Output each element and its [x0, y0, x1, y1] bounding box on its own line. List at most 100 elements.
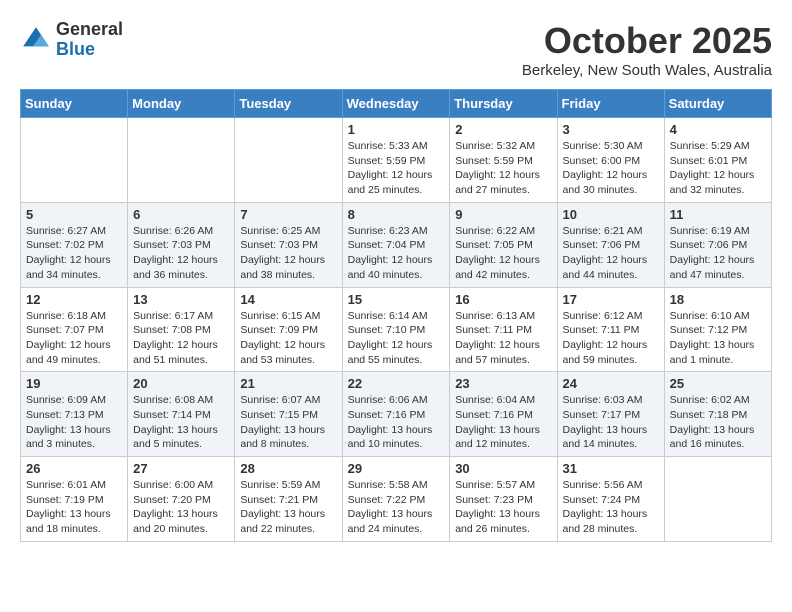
day-cell: 24 Sunrise: 6:03 AM Sunset: 7:17 PM Dayli…	[557, 372, 664, 457]
day-cell	[21, 118, 128, 203]
day-info: Sunrise: 5:57 AM Sunset: 7:23 PM Dayligh…	[455, 478, 551, 537]
day-cell: 23Sunrise: 6:04 AM Sunset: 7:16 PM Dayli…	[450, 372, 557, 457]
day-cell: 18 Sunrise: 6:10 AM Sunset: 7:12 PM Dayli…	[664, 287, 771, 372]
location: Berkeley, New South Wales, Australia	[522, 62, 772, 79]
day-info: Sunrise: 5:58 AM Sunset: 7:22 PM Dayligh…	[348, 478, 445, 537]
day-number: 29	[348, 461, 445, 476]
day-number: 24	[563, 376, 659, 391]
day-info: Sunrise: 6:27 AM Sunset: 7:02 PM Dayligh…	[26, 224, 122, 283]
day-number: 10	[563, 207, 659, 222]
day-number: 31	[563, 461, 659, 476]
day-number: 13	[133, 292, 229, 307]
day-number: 3	[563, 122, 659, 137]
day-number: 8	[348, 207, 445, 222]
title-block: October 2025 Berkeley, New South Wales, …	[522, 20, 772, 79]
weekday-header-row: SundayMondayTuesdayWednesdayThursdayFrid…	[21, 90, 772, 118]
day-cell	[128, 118, 235, 203]
day-cell	[664, 457, 771, 542]
day-info: Sunrise: 5:29 AM Sunset: 6:01 PM Dayligh…	[670, 139, 766, 198]
day-info: Sunrise: 6:17 AM Sunset: 7:08 PM Dayligh…	[133, 309, 229, 368]
day-cell: 31 Sunrise: 5:56 AM Sunset: 7:24 PM Dayli…	[557, 457, 664, 542]
day-cell: 5 Sunrise: 6:27 AM Sunset: 7:02 PM Daylig…	[21, 202, 128, 287]
weekday-thursday: Thursday	[450, 90, 557, 118]
day-number: 20	[133, 376, 229, 391]
logo-blue: Blue	[56, 40, 123, 60]
day-number: 30	[455, 461, 551, 476]
logo-icon	[20, 24, 52, 56]
day-info: Sunrise: 6:06 AM Sunset: 7:16 PM Dayligh…	[348, 393, 445, 452]
day-number: 4	[670, 122, 766, 137]
day-number: 2	[455, 122, 551, 137]
day-cell: 21 Sunrise: 6:07 AM Sunset: 7:15 PM Dayli…	[235, 372, 342, 457]
day-info: Sunrise: 6:21 AM Sunset: 7:06 PM Dayligh…	[563, 224, 659, 283]
day-info: Sunrise: 6:19 AM Sunset: 7:06 PM Dayligh…	[670, 224, 766, 283]
day-number: 15	[348, 292, 445, 307]
day-cell: 14Sunrise: 6:15 AM Sunset: 7:09 PM Dayli…	[235, 287, 342, 372]
day-info: Sunrise: 6:26 AM Sunset: 7:03 PM Dayligh…	[133, 224, 229, 283]
day-number: 21	[240, 376, 336, 391]
day-info: Sunrise: 6:12 AM Sunset: 7:11 PM Dayligh…	[563, 309, 659, 368]
day-number: 9	[455, 207, 551, 222]
day-info: Sunrise: 6:23 AM Sunset: 7:04 PM Dayligh…	[348, 224, 445, 283]
day-info: Sunrise: 5:32 AM Sunset: 5:59 PM Dayligh…	[455, 139, 551, 198]
day-cell: 28Sunrise: 5:59 AM Sunset: 7:21 PM Dayli…	[235, 457, 342, 542]
day-info: Sunrise: 5:33 AM Sunset: 5:59 PM Dayligh…	[348, 139, 445, 198]
day-number: 19	[26, 376, 122, 391]
day-cell: 19 Sunrise: 6:09 AM Sunset: 7:13 PM Dayli…	[21, 372, 128, 457]
day-cell: 16 Sunrise: 6:13 AM Sunset: 7:11 PM Dayli…	[450, 287, 557, 372]
day-cell: 17 Sunrise: 6:12 AM Sunset: 7:11 PM Dayli…	[557, 287, 664, 372]
day-cell: 7Sunrise: 6:25 AM Sunset: 7:03 PM Daylig…	[235, 202, 342, 287]
week-row-4: 19 Sunrise: 6:09 AM Sunset: 7:13 PM Dayli…	[21, 372, 772, 457]
day-cell: 27 Sunrise: 6:00 AM Sunset: 7:20 PM Dayli…	[128, 457, 235, 542]
day-cell: 4 Sunrise: 5:29 AM Sunset: 6:01 PM Daylig…	[664, 118, 771, 203]
day-info: Sunrise: 6:14 AM Sunset: 7:10 PM Dayligh…	[348, 309, 445, 368]
day-info: Sunrise: 6:10 AM Sunset: 7:12 PM Dayligh…	[670, 309, 766, 368]
day-number: 17	[563, 292, 659, 307]
day-number: 5	[26, 207, 122, 222]
day-cell: 15 Sunrise: 6:14 AM Sunset: 7:10 PM Dayli…	[342, 287, 450, 372]
weekday-monday: Monday	[128, 90, 235, 118]
day-info: Sunrise: 6:13 AM Sunset: 7:11 PM Dayligh…	[455, 309, 551, 368]
day-cell: 8 Sunrise: 6:23 AM Sunset: 7:04 PM Daylig…	[342, 202, 450, 287]
day-cell: 26 Sunrise: 6:01 AM Sunset: 7:19 PM Dayli…	[21, 457, 128, 542]
day-cell: 20 Sunrise: 6:08 AM Sunset: 7:14 PM Dayli…	[128, 372, 235, 457]
day-cell: 1 Sunrise: 5:33 AM Sunset: 5:59 PM Daylig…	[342, 118, 450, 203]
day-cell: 9 Sunrise: 6:22 AM Sunset: 7:05 PM Daylig…	[450, 202, 557, 287]
day-info: Sunrise: 5:59 AM Sunset: 7:21 PM Dayligh…	[240, 478, 336, 537]
day-number: 16	[455, 292, 551, 307]
week-row-2: 5 Sunrise: 6:27 AM Sunset: 7:02 PM Daylig…	[21, 202, 772, 287]
day-number: 1	[348, 122, 445, 137]
day-info: Sunrise: 6:00 AM Sunset: 7:20 PM Dayligh…	[133, 478, 229, 537]
week-row-1: 1 Sunrise: 5:33 AM Sunset: 5:59 PM Daylig…	[21, 118, 772, 203]
day-info: Sunrise: 6:25 AM Sunset: 7:03 PM Dayligh…	[240, 224, 336, 283]
day-cell: 30 Sunrise: 5:57 AM Sunset: 7:23 PM Dayli…	[450, 457, 557, 542]
week-row-5: 26 Sunrise: 6:01 AM Sunset: 7:19 PM Dayli…	[21, 457, 772, 542]
day-number: 22	[348, 376, 445, 391]
day-cell: 13 Sunrise: 6:17 AM Sunset: 7:08 PM Dayli…	[128, 287, 235, 372]
day-info: Sunrise: 5:56 AM Sunset: 7:24 PM Dayligh…	[563, 478, 659, 537]
day-number: 26	[26, 461, 122, 476]
day-info: Sunrise: 6:08 AM Sunset: 7:14 PM Dayligh…	[133, 393, 229, 452]
day-number: 27	[133, 461, 229, 476]
day-cell: 6 Sunrise: 6:26 AM Sunset: 7:03 PM Daylig…	[128, 202, 235, 287]
day-number: 18	[670, 292, 766, 307]
day-cell: 12Sunrise: 6:18 AM Sunset: 7:07 PM Dayli…	[21, 287, 128, 372]
day-info: Sunrise: 6:03 AM Sunset: 7:17 PM Dayligh…	[563, 393, 659, 452]
week-row-3: 12Sunrise: 6:18 AM Sunset: 7:07 PM Dayli…	[21, 287, 772, 372]
logo-general: General	[56, 20, 123, 40]
month-title: October 2025	[522, 20, 772, 62]
day-number: 14	[240, 292, 336, 307]
weekday-saturday: Saturday	[664, 90, 771, 118]
weekday-friday: Friday	[557, 90, 664, 118]
day-cell: 22 Sunrise: 6:06 AM Sunset: 7:16 PM Dayli…	[342, 372, 450, 457]
day-number: 11	[670, 207, 766, 222]
day-info: Sunrise: 6:07 AM Sunset: 7:15 PM Dayligh…	[240, 393, 336, 452]
day-number: 6	[133, 207, 229, 222]
day-info: Sunrise: 6:01 AM Sunset: 7:19 PM Dayligh…	[26, 478, 122, 537]
day-info: Sunrise: 6:09 AM Sunset: 7:13 PM Dayligh…	[26, 393, 122, 452]
day-cell: 3Sunrise: 5:30 AM Sunset: 6:00 PM Daylig…	[557, 118, 664, 203]
day-info: Sunrise: 6:04 AM Sunset: 7:16 PM Dayligh…	[455, 393, 551, 452]
weekday-sunday: Sunday	[21, 90, 128, 118]
day-info: Sunrise: 6:02 AM Sunset: 7:18 PM Dayligh…	[670, 393, 766, 452]
day-info: Sunrise: 6:22 AM Sunset: 7:05 PM Dayligh…	[455, 224, 551, 283]
